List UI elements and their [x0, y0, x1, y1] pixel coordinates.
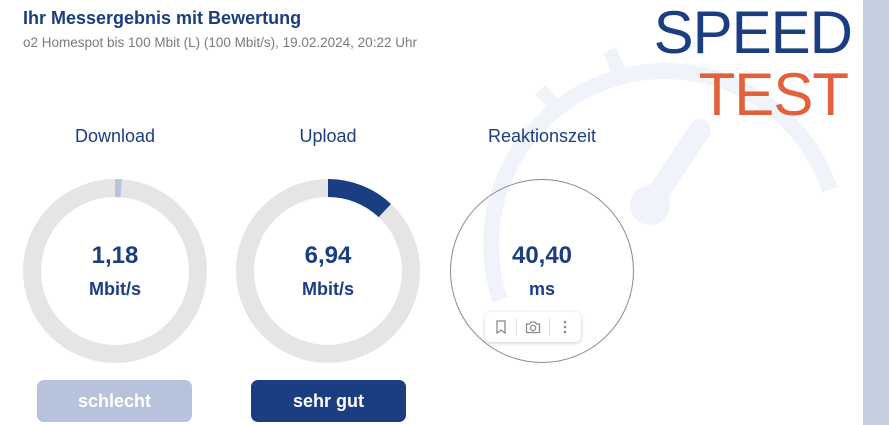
- upload-rating-button[interactable]: sehr gut: [251, 380, 406, 422]
- upload-gauge-track: [236, 179, 420, 363]
- upload-unit: Mbit/s: [302, 279, 354, 299]
- download-rating-button[interactable]: schlecht: [37, 380, 192, 422]
- upload-label: Upload: [299, 126, 357, 146]
- logo-test-text: TEST: [698, 61, 849, 128]
- latency-label: Reaktionszeit: [487, 126, 597, 146]
- more-vertical-icon[interactable]: [550, 312, 581, 342]
- speedtest-logo: SPEED TEST: [654, 2, 853, 128]
- logo-speed-text: SPEED: [653, 0, 853, 66]
- latency-unit: ms: [528, 279, 555, 299]
- latency-value: 40,40: [511, 242, 573, 269]
- image-mini-toolbar: [485, 312, 581, 342]
- camera-icon[interactable]: [517, 312, 548, 342]
- page-subtitle: o2 Homespot bis 100 Mbit (L) (100 Mbit/s…: [23, 35, 417, 50]
- download-unit: Mbit/s: [89, 279, 141, 299]
- download-gauge: 1,18 Mbit/s: [22, 178, 208, 364]
- bookmark-icon[interactable]: [485, 312, 516, 342]
- download-label: Download: [74, 126, 156, 146]
- right-sidebar-strip: [863, 0, 889, 425]
- upload-gauge: 6,94 Mbit/s: [235, 178, 421, 364]
- download-gauge-track: [23, 179, 207, 363]
- download-value: 1,18: [91, 242, 139, 269]
- upload-value: 6,94: [304, 242, 352, 269]
- page-title: Ihr Messergebnis mit Bewertung: [23, 8, 302, 28]
